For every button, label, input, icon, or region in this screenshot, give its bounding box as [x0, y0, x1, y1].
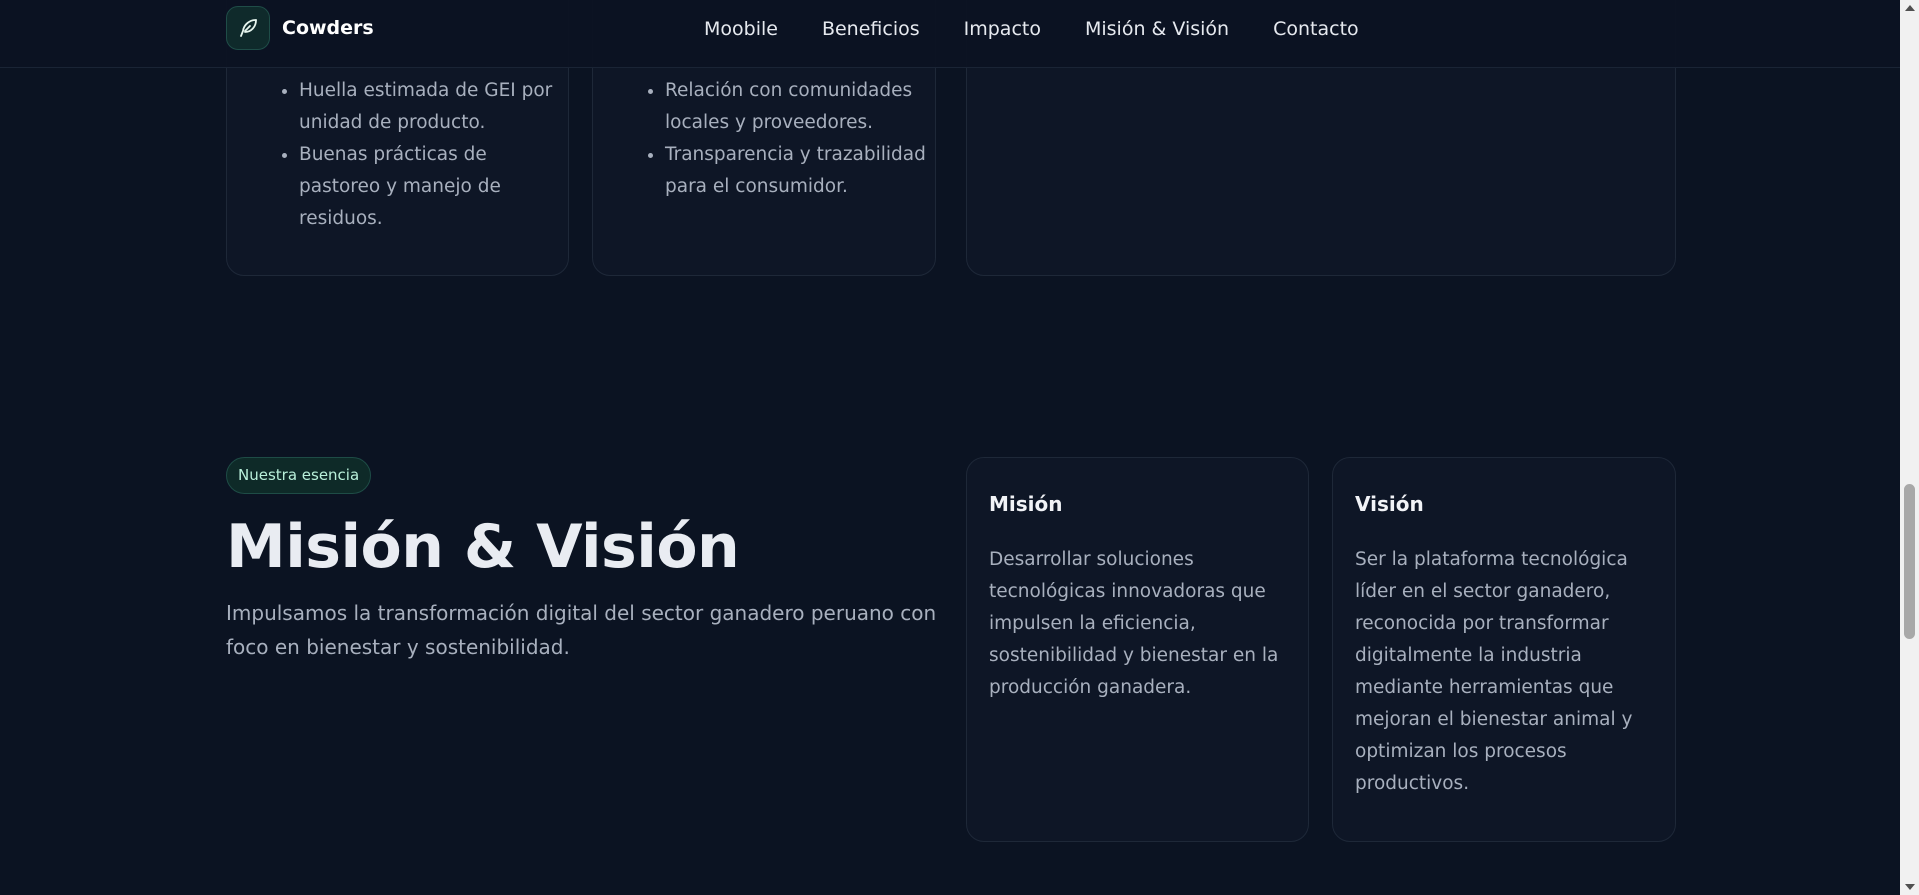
nav-item-contacto[interactable]: Contacto [1273, 17, 1359, 41]
site-header: Cowders Moobile Beneficios Impacto Misió… [0, 0, 1900, 68]
main-nav: Moobile Beneficios Impacto Misión & Visi… [704, 17, 1403, 41]
mission-title: Misión [989, 492, 1063, 516]
list-item: Huella estimada de GEI por unidad de pro… [299, 75, 561, 139]
impact-list-social: Relación con comunidades locales y prove… [637, 75, 927, 203]
section-title: Misión & Visión [226, 512, 740, 582]
vision-title: Visión [1355, 492, 1424, 516]
list-item: Buenas prácticas de pastoreo y manejo de… [299, 139, 561, 235]
nav-item-beneficios[interactable]: Beneficios [822, 17, 920, 41]
nav-item-impacto[interactable]: Impacto [964, 17, 1041, 41]
mission-text: Desarrollar soluciones tecnológicas inno… [989, 549, 1279, 698]
vision-text: Ser la plataforma tecnológica líder en e… [1355, 549, 1633, 794]
section-badge: Nuestra esencia [226, 457, 372, 494]
brand-name: Cowders [282, 17, 374, 39]
list-item: Relación con comunidades locales y prove… [665, 75, 927, 139]
page-scrollbar[interactable] [1900, 0, 1919, 895]
nav-item-mision-vision[interactable]: Misión & Visión [1085, 17, 1229, 41]
section-description: Impulsamos la transformación digital del… [226, 601, 937, 659]
impact-list-environment: Huella estimada de GEI por unidad de pro… [271, 75, 561, 235]
feather-icon [226, 6, 270, 50]
page-viewport: Huella estimada de GEI por unidad de pro… [0, 0, 1900, 895]
vision-card: Visión Ser la plataforma tecnológica líd… [1332, 457, 1676, 842]
mission-card: Misión Desarrollar soluciones tecnológic… [966, 457, 1309, 842]
scroll-up-icon[interactable] [1905, 5, 1915, 11]
nav-item-moobile[interactable]: Moobile [704, 17, 778, 41]
scroll-down-icon[interactable] [1905, 884, 1915, 890]
brand[interactable]: Cowders [226, 6, 374, 50]
list-item: Transparencia y trazabilidad para el con… [665, 139, 927, 203]
scrollbar-thumb[interactable] [1904, 484, 1915, 639]
